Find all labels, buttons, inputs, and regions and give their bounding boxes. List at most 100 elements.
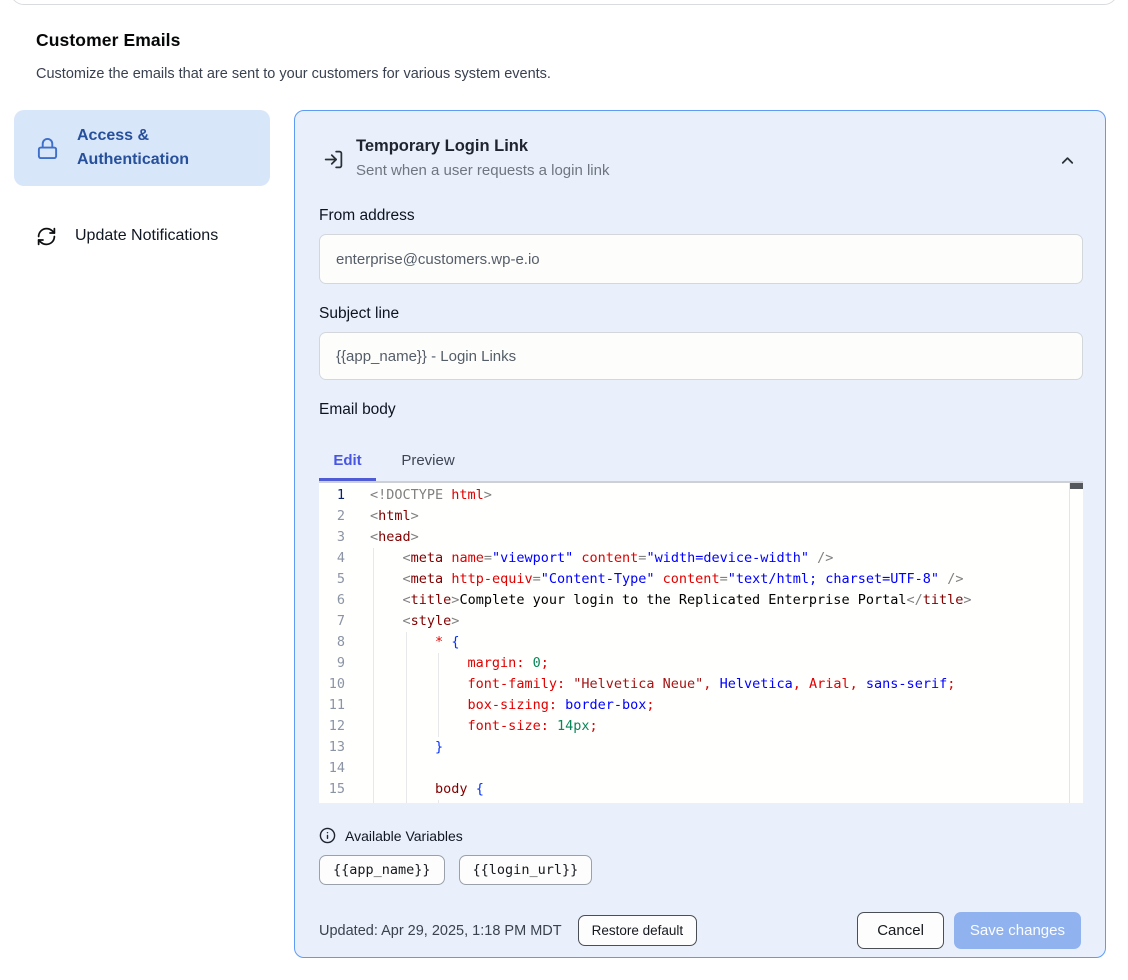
indent-guide [406,716,407,737]
tab-edit[interactable]: Edit [319,443,376,481]
line-number: 15 [319,779,345,800]
editor-scrollbar-thumb[interactable] [1070,483,1083,489]
card-title: Temporary Login Link [356,135,609,157]
code-line: 2<html> [319,506,1083,527]
indent-guide [373,590,374,611]
indent-guide [373,611,374,632]
email-body-tabs: Edit Preview [319,443,1081,481]
code-line: 15 body { [319,779,1083,800]
card-subtitle: Sent when a user requests a login link [356,160,609,181]
code-line: 6 <title>Complete your login to the Repl… [319,590,1083,611]
code-editor[interactable]: 1<!DOCTYPE html>2<html>3<head>4 <meta na… [319,481,1083,803]
email-body-label: Email body [319,401,1081,419]
indent-guide [373,695,374,716]
code-line: 3<head> [319,527,1083,548]
code-line: 4 <meta name="viewport" content="width=d… [319,548,1083,569]
line-number: 12 [319,716,345,737]
indent-guide [373,674,374,695]
code-line: 5 <meta http-equiv="Content-Type" conten… [319,569,1083,590]
indent-guide [406,800,407,803]
line-number: 8 [319,632,345,653]
indent-guide [406,695,407,716]
line-number: 10 [319,674,345,695]
previous-section-edge [10,0,1118,5]
variable-chip[interactable]: {{app_name}} [319,855,445,885]
line-number: 5 [319,569,345,590]
from-address-label: From address [319,207,1081,225]
line-number: 14 [319,758,345,779]
available-variables-label: Available Variables [345,828,463,844]
from-address-input[interactable] [319,234,1083,284]
line-number: 9 [319,653,345,674]
line-number: 2 [319,506,345,527]
code-line: 8 * { [319,632,1083,653]
available-variables-header: Available Variables [319,827,1081,844]
updated-timestamp: Updated: Apr 29, 2025, 1:18 PM MDT [319,923,562,939]
indent-guide [373,569,374,590]
indent-guide [373,800,374,803]
indent-guide [438,653,439,674]
indent-guide [406,737,407,758]
indent-guide [406,632,407,653]
indent-guide [373,779,374,800]
indent-guide [438,800,439,803]
card-footer: Updated: Apr 29, 2025, 1:18 PM MDT Resto… [319,912,1081,949]
indent-guide [373,737,374,758]
sidebar-item-label: Update Notifications [75,224,218,248]
variable-chips: {{app_name}} {{login_url}} [319,855,1081,885]
customer-emails-page: Customer Emails Customize the emails tha… [0,0,1128,980]
line-number: 4 [319,548,345,569]
cancel-button[interactable]: Cancel [857,912,944,949]
indent-guide [438,695,439,716]
line-number: 16 [319,800,345,803]
restore-default-button[interactable]: Restore default [578,915,698,946]
code-line: 16 background-color: #f0f0f0; [319,800,1083,803]
indent-guide [373,716,374,737]
indent-guide [438,674,439,695]
indent-guide [406,779,407,800]
code-line: 7 <style> [319,611,1083,632]
card-header: Temporary Login Link Sent when a user re… [319,135,1081,181]
login-icon [323,149,344,170]
sidebar: Access & Authentication Update Notificat… [14,110,270,262]
line-number: 6 [319,590,345,611]
code-line: 12 font-size: 14px; [319,716,1083,737]
sidebar-item-access-authentication[interactable]: Access & Authentication [14,110,270,186]
code-line: 14 [319,758,1083,779]
line-number: 11 [319,695,345,716]
info-icon [319,827,336,844]
chevron-up-icon [1058,151,1077,170]
indent-guide [373,632,374,653]
code-line: 13 } [319,737,1083,758]
line-number: 3 [319,527,345,548]
indent-guide [373,758,374,779]
save-changes-button[interactable]: Save changes [954,912,1081,949]
subject-line-input[interactable] [319,332,1083,380]
lock-icon [36,137,59,160]
code-line: 11 box-sizing: border-box; [319,695,1083,716]
indent-guide [373,653,374,674]
code-line: 1<!DOCTYPE html> [319,485,1083,506]
variable-chip[interactable]: {{login_url}} [459,855,593,885]
from-address-field: From address [319,207,1081,284]
collapse-button[interactable] [1058,151,1077,170]
tab-preview[interactable]: Preview [376,443,480,481]
editor-scrollbar-track [1069,483,1070,803]
line-number: 13 [319,737,345,758]
sidebar-item-update-notifications[interactable]: Update Notifications [14,210,270,262]
indent-guide [406,653,407,674]
page-subtitle: Customize the emails that are sent to yo… [36,66,551,82]
line-number: 7 [319,611,345,632]
page-title: Customer Emails [36,30,180,51]
subject-line-field: Subject line [319,305,1081,380]
indent-guide [373,548,374,569]
indent-guide [406,758,407,779]
temporary-login-link-card: Temporary Login Link Sent when a user re… [294,110,1106,958]
code-line: 9 margin: 0; [319,653,1083,674]
subject-line-label: Subject line [319,305,1081,323]
sidebar-item-label: Access & Authentication [77,124,258,172]
indent-guide [438,716,439,737]
line-number: 1 [319,485,345,506]
refresh-icon [36,226,57,247]
code-lines: 1<!DOCTYPE html>2<html>3<head>4 <meta na… [319,483,1083,803]
